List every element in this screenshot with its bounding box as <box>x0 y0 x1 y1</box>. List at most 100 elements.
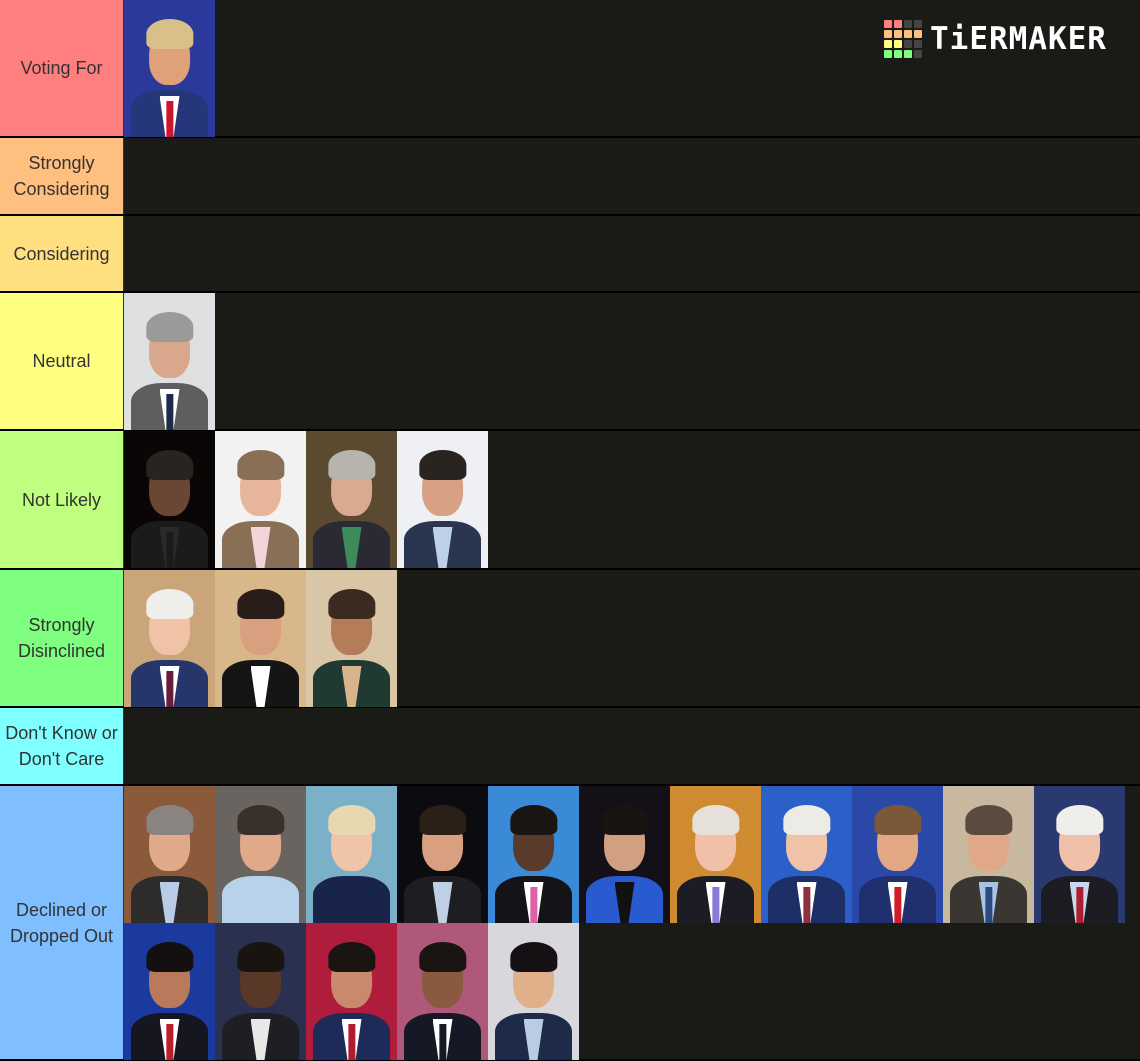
tier-items-dropzone[interactable] <box>124 216 1140 291</box>
tier-label[interactable]: Considering <box>0 216 124 291</box>
tiermaker-logo: TiERMAKER <box>884 20 1107 58</box>
logo-grid-cell <box>884 30 892 38</box>
photo-hair-shape <box>509 942 558 973</box>
tier-item-photo[interactable] <box>488 923 579 1060</box>
photo-tie-shape <box>256 671 265 707</box>
tier-item-photo[interactable] <box>397 923 488 1060</box>
logo-grid-cell <box>894 40 902 48</box>
photo-tie-shape <box>1075 887 1084 923</box>
tier-item-photo[interactable] <box>579 786 670 923</box>
photo-hair-shape <box>327 589 376 620</box>
logo-grid-cell <box>884 20 892 28</box>
photo-tie-shape <box>529 887 538 923</box>
tier-items-dropzone[interactable] <box>124 570 1140 707</box>
tier-label[interactable]: Strongly Disinclined <box>0 570 124 706</box>
tier-item-photo[interactable] <box>215 570 306 707</box>
photo-tie-shape <box>347 887 356 923</box>
logo-grid-cell <box>904 40 912 48</box>
photo-hair-shape <box>600 805 649 836</box>
photo-tie-shape <box>347 532 356 568</box>
photo-hair-shape <box>418 450 467 481</box>
photo-hair-shape <box>145 312 194 343</box>
tier-item-photo[interactable] <box>488 786 579 923</box>
tier-row: Declined or Dropped Out <box>0 786 1140 1061</box>
tier-items-dropzone[interactable] <box>124 431 1140 568</box>
logo-grid-cell <box>894 50 902 58</box>
tier-item-photo[interactable] <box>215 923 306 1060</box>
tier-label[interactable]: Declined or Dropped Out <box>0 786 124 1059</box>
photo-hair-shape <box>418 942 467 973</box>
tier-item-photo[interactable] <box>124 570 215 707</box>
photo-tie-shape <box>165 101 174 137</box>
photo-hair-shape <box>145 450 194 481</box>
tier-list-board: Voting For Strongly Considering Considerin… <box>0 0 1140 1061</box>
logo-grid-icon <box>884 20 922 58</box>
tier-item-photo[interactable] <box>306 923 397 1060</box>
photo-hair-shape <box>145 589 194 620</box>
tier-label[interactable]: Neutral <box>0 293 124 429</box>
photo-hair-shape <box>509 805 558 836</box>
tier-item-photo[interactable] <box>124 293 215 430</box>
tier-item-photo[interactable] <box>215 431 306 568</box>
tier-item-photo[interactable] <box>943 786 1034 923</box>
tier-row: Don't Know or Don't Care <box>0 708 1140 786</box>
logo-grid-cell <box>894 30 902 38</box>
tier-item-photo[interactable] <box>670 786 761 923</box>
photo-tie-shape <box>893 887 902 923</box>
photo-tie-shape <box>347 671 356 707</box>
photo-hair-shape <box>236 942 285 973</box>
photo-tie-shape <box>165 532 174 568</box>
tier-items-dropzone[interactable] <box>124 138 1140 214</box>
photo-tie-shape <box>256 532 265 568</box>
photo-tie-shape <box>165 671 174 707</box>
tier-item-photo[interactable] <box>761 786 852 923</box>
tier-item-photo[interactable] <box>124 923 215 1060</box>
tier-item-photo[interactable] <box>852 786 943 923</box>
photo-tie-shape <box>165 1024 174 1060</box>
photo-tie-shape <box>165 394 174 430</box>
tier-row: Considering <box>0 216 1140 293</box>
photo-tie-shape <box>165 887 174 923</box>
photo-hair-shape <box>236 589 285 620</box>
logo-grid-cell <box>904 50 912 58</box>
photo-tie-shape <box>256 887 265 923</box>
photo-hair-shape <box>873 805 922 836</box>
photo-hair-shape <box>145 942 194 973</box>
tier-item-photo[interactable] <box>397 431 488 568</box>
photo-tie-shape <box>711 887 720 923</box>
photo-tie-shape <box>347 1024 356 1060</box>
photo-hair-shape <box>782 805 831 836</box>
tier-label[interactable]: Not Likely <box>0 431 124 568</box>
photo-hair-shape <box>145 19 194 50</box>
photo-hair-shape <box>236 805 285 836</box>
tier-item-photo[interactable] <box>215 786 306 923</box>
logo-grid-cell <box>914 30 922 38</box>
logo-grid-cell <box>914 20 922 28</box>
tier-label[interactable]: Strongly Considering <box>0 138 124 214</box>
tier-items-dropzone[interactable] <box>124 786 1140 1060</box>
tier-item-photo[interactable] <box>306 786 397 923</box>
photo-tie-shape <box>438 532 447 568</box>
logo-grid-cell <box>904 20 912 28</box>
tier-items-dropzone[interactable] <box>124 708 1140 784</box>
photo-hair-shape <box>1055 805 1104 836</box>
photo-tie-shape <box>529 1024 538 1060</box>
photo-hair-shape <box>145 805 194 836</box>
photo-hair-shape <box>691 805 740 836</box>
tier-item-photo[interactable] <box>124 0 215 137</box>
photo-hair-shape <box>327 805 376 836</box>
tier-item-photo[interactable] <box>306 570 397 707</box>
logo-grid-cell <box>914 50 922 58</box>
photo-tie-shape <box>984 887 993 923</box>
tier-label[interactable]: Don't Know or Don't Care <box>0 708 124 784</box>
tier-label[interactable]: Voting For <box>0 0 124 136</box>
tier-row: Strongly Considering <box>0 138 1140 216</box>
logo-grid-cell <box>894 20 902 28</box>
tier-item-photo[interactable] <box>124 786 215 923</box>
tier-item-photo[interactable] <box>306 431 397 568</box>
tier-item-photo[interactable] <box>397 786 488 923</box>
tier-items-dropzone[interactable] <box>124 293 1140 430</box>
tier-item-photo[interactable] <box>1034 786 1125 923</box>
tier-item-photo[interactable] <box>124 431 215 568</box>
photo-tie-shape <box>802 887 811 923</box>
